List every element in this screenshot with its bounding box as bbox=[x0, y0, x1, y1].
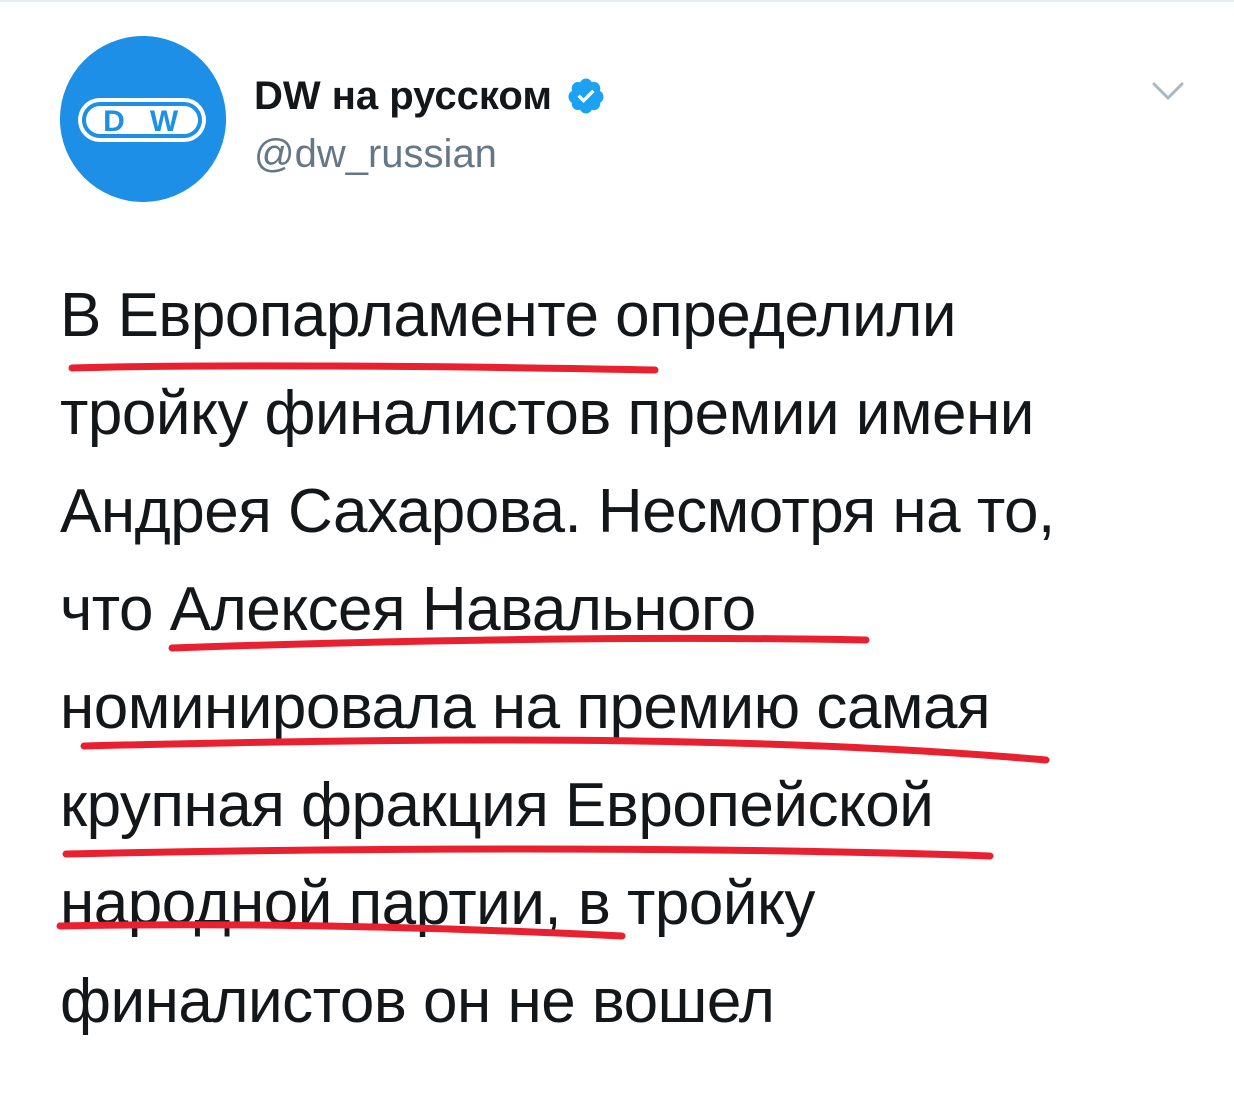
tweet-text-line: крупная фракция Европейской bbox=[60, 771, 934, 840]
tweet-text-line: В Европарламенте определили bbox=[60, 281, 957, 350]
verified-check-icon bbox=[568, 78, 604, 114]
tweet-header: D W DW на русском @dw_russian bbox=[60, 36, 1194, 206]
svg-text:D: D bbox=[103, 105, 125, 138]
author-name-row: DW на русском bbox=[254, 70, 606, 122]
tweet-text-line: Андрея Сахарова. Несмотря на то, bbox=[60, 477, 1055, 546]
tweet-text-line: что Алексея Навального bbox=[60, 575, 756, 644]
tweet-text-line: финалистов он не вошел bbox=[60, 967, 775, 1036]
tweet-text-line: народной партии, в тройку bbox=[60, 869, 815, 938]
tweet-text-line: номинировала на премию самая bbox=[60, 673, 991, 742]
tweet-text-line: тройку финалистов премии имени bbox=[60, 379, 1034, 448]
tweet-text: В Европарламенте определили тройку финал… bbox=[60, 280, 1200, 1064]
author-handle[interactable]: @dw_russian bbox=[254, 128, 497, 180]
author-name[interactable]: DW на русском bbox=[254, 70, 552, 122]
top-divider bbox=[0, 0, 1234, 2]
avatar[interactable]: D W bbox=[60, 36, 226, 202]
chevron-down-icon[interactable] bbox=[1148, 76, 1188, 106]
svg-text:W: W bbox=[150, 105, 179, 138]
dw-logo-icon: D W bbox=[60, 36, 226, 202]
